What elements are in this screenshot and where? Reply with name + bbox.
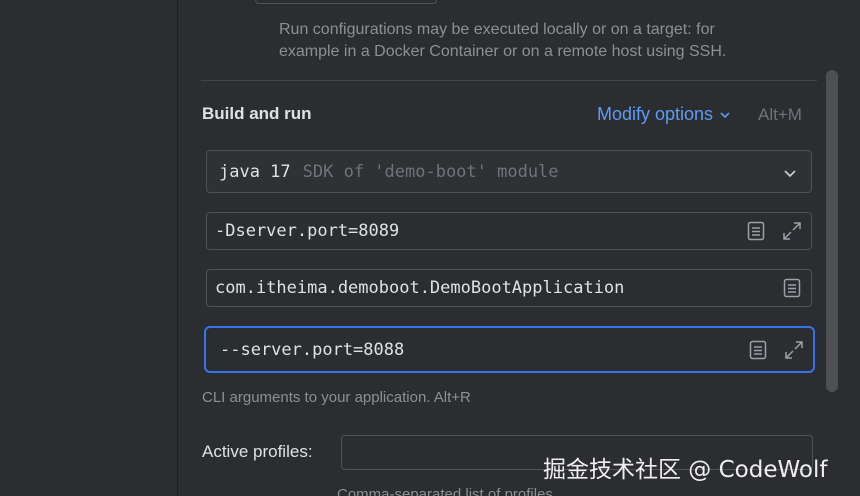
left-panel xyxy=(0,0,178,496)
document-icon[interactable] xyxy=(747,339,769,361)
main-class-value: com.itheima.demoboot.DemoBootApplication xyxy=(215,278,625,298)
active-profiles-label: Active profiles: xyxy=(202,442,313,461)
chevron-down-icon xyxy=(784,170,796,178)
watermark: 掘金技术社区 @ CodeWolf xyxy=(543,457,828,483)
program-arguments-field[interactable]: --server.port=8088 xyxy=(204,326,815,373)
expand-icon[interactable] xyxy=(783,339,805,361)
expand-icon[interactable] xyxy=(781,220,803,242)
run-config-hint-line1: Run configurations may be executed local… xyxy=(279,21,715,38)
vertical-scrollbar[interactable] xyxy=(826,70,838,392)
run-config-form: Run configurations may be executed local… xyxy=(179,0,860,496)
run-config-hint-line2: example in a Docker Container or on a re… xyxy=(279,43,727,60)
modify-options-shortcut: Alt+M xyxy=(758,105,802,124)
document-icon[interactable] xyxy=(745,220,767,242)
section-title: Build and run xyxy=(202,104,312,123)
top-field-edge xyxy=(255,0,437,4)
run-config-hint: Run configurations may be executed local… xyxy=(279,19,799,63)
chevron-down-icon xyxy=(720,111,730,118)
sdk-name: java 17 xyxy=(219,161,291,182)
modify-options-link[interactable]: Modify options xyxy=(597,104,731,125)
sdk-dropdown[interactable]: java 17 SDK of 'demo-boot' module xyxy=(206,150,812,193)
modify-options-label: Modify options xyxy=(597,104,714,124)
vm-options-field[interactable]: -Dserver.port=8089 xyxy=(206,212,812,250)
program-arguments-value: --server.port=8088 xyxy=(220,339,405,360)
vm-options-value: -Dserver.port=8089 xyxy=(215,221,400,241)
sdk-hint: SDK of 'demo-boot' module xyxy=(302,161,559,182)
active-profiles-hint: Comma-separated list of profiles xyxy=(337,486,553,496)
program-arguments-hint: CLI arguments to your application. Alt+R xyxy=(202,389,471,406)
section-divider xyxy=(201,80,817,81)
main-class-field[interactable]: com.itheima.demoboot.DemoBootApplication xyxy=(206,269,812,307)
document-icon[interactable] xyxy=(781,277,803,299)
